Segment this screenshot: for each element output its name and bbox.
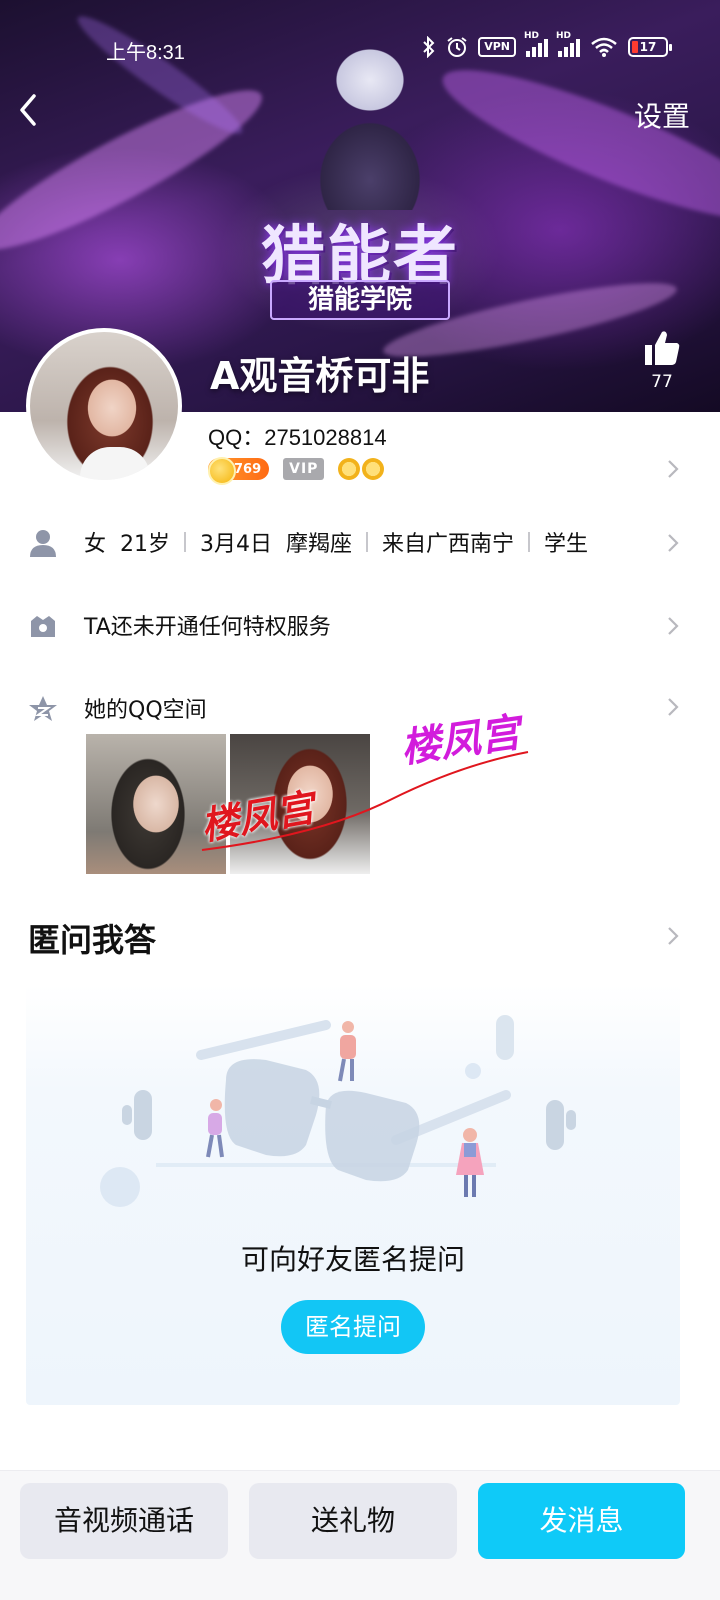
thumbs-up-icon	[642, 331, 682, 372]
voice-video-call-button[interactable]: 音视频通话	[20, 1483, 228, 1559]
occupation: 学生	[544, 532, 589, 557]
qzone-row[interactable]: 她的QQ空间	[0, 678, 720, 738]
chevron-right-icon	[666, 696, 680, 718]
profile-info: 女 21岁 3月4日 摩羯座 来自广西南宁 学生	[84, 526, 588, 558]
chevron-right-icon[interactable]	[666, 925, 680, 947]
vpn-icon: VPN	[478, 37, 516, 57]
status-bar: 上午8:31 VPN HD HD 17	[0, 28, 720, 68]
like-count: 77	[651, 372, 673, 392]
alarm-icon	[446, 36, 468, 58]
avatar[interactable]	[26, 328, 182, 484]
chevron-right-icon[interactable]	[666, 458, 680, 480]
status-time: 上午8:31	[106, 42, 185, 64]
hd-label: HD	[524, 31, 540, 41]
gender: 女	[84, 532, 107, 557]
vip-badge: VIP	[283, 458, 325, 480]
qzone-star-icon	[28, 694, 58, 724]
coin-level-badge: 769	[208, 457, 270, 485]
bottom-action-bar: 音视频通话 送礼物 发消息	[0, 1470, 720, 1600]
sun-level-icons	[338, 458, 385, 480]
like-button[interactable]: 77	[640, 328, 684, 392]
bluetooth-icon	[422, 36, 436, 58]
crown-icon	[28, 611, 58, 641]
chevron-left-icon	[12, 94, 44, 140]
divider	[366, 532, 369, 552]
anon-qa-title[interactable]: 匿问我答	[28, 915, 156, 961]
back-button[interactable]	[12, 90, 52, 130]
chevron-right-icon	[666, 532, 680, 554]
divider	[184, 532, 187, 552]
chevron-right-icon	[666, 615, 680, 637]
profile-info-row[interactable]: 女 21岁 3月4日 摩羯座 来自广西南宁 学生	[0, 512, 720, 572]
privilege-row[interactable]: TA还未开通任何特权服务	[0, 595, 720, 655]
qzone-label: 她的QQ空间	[84, 698, 207, 723]
privilege-label: TA还未开通任何特权服务	[84, 615, 331, 640]
location: 来自广西南宁	[382, 532, 515, 557]
battery-icon: 17	[628, 37, 672, 57]
birthday: 3月4日	[200, 532, 273, 557]
signal-icon: HD	[556, 31, 580, 57]
profile-nickname: A观音桥可非	[210, 354, 430, 398]
qq-number: QQ：2751028814	[208, 425, 387, 450]
zodiac: 摩羯座	[286, 532, 353, 557]
send-message-button[interactable]: 发消息	[478, 1483, 685, 1559]
empty-state-text: 可向好友匿名提问	[240, 1243, 465, 1276]
hd-label: HD	[556, 31, 572, 41]
signal-icon: HD	[524, 31, 548, 57]
send-gift-button[interactable]: 送礼物	[249, 1483, 457, 1559]
level-badges[interactable]: 769 VIP	[208, 457, 385, 485]
banner-art-subtitle: 猎能学院	[270, 280, 450, 320]
person-icon	[28, 528, 58, 558]
status-icons: VPN HD HD 17	[422, 31, 672, 58]
empty-state-illustration	[100, 1015, 576, 1207]
wifi-icon	[590, 36, 618, 58]
divider	[528, 532, 531, 552]
age: 21岁	[120, 532, 171, 557]
anon-qa-empty-state: 可向好友匿名提问 匿名提问	[26, 985, 680, 1405]
anonymous-ask-button[interactable]: 匿名提问	[281, 1300, 425, 1354]
sun-icon	[338, 458, 361, 480]
sun-icon	[362, 458, 385, 480]
settings-button[interactable]: 设置	[634, 95, 690, 135]
